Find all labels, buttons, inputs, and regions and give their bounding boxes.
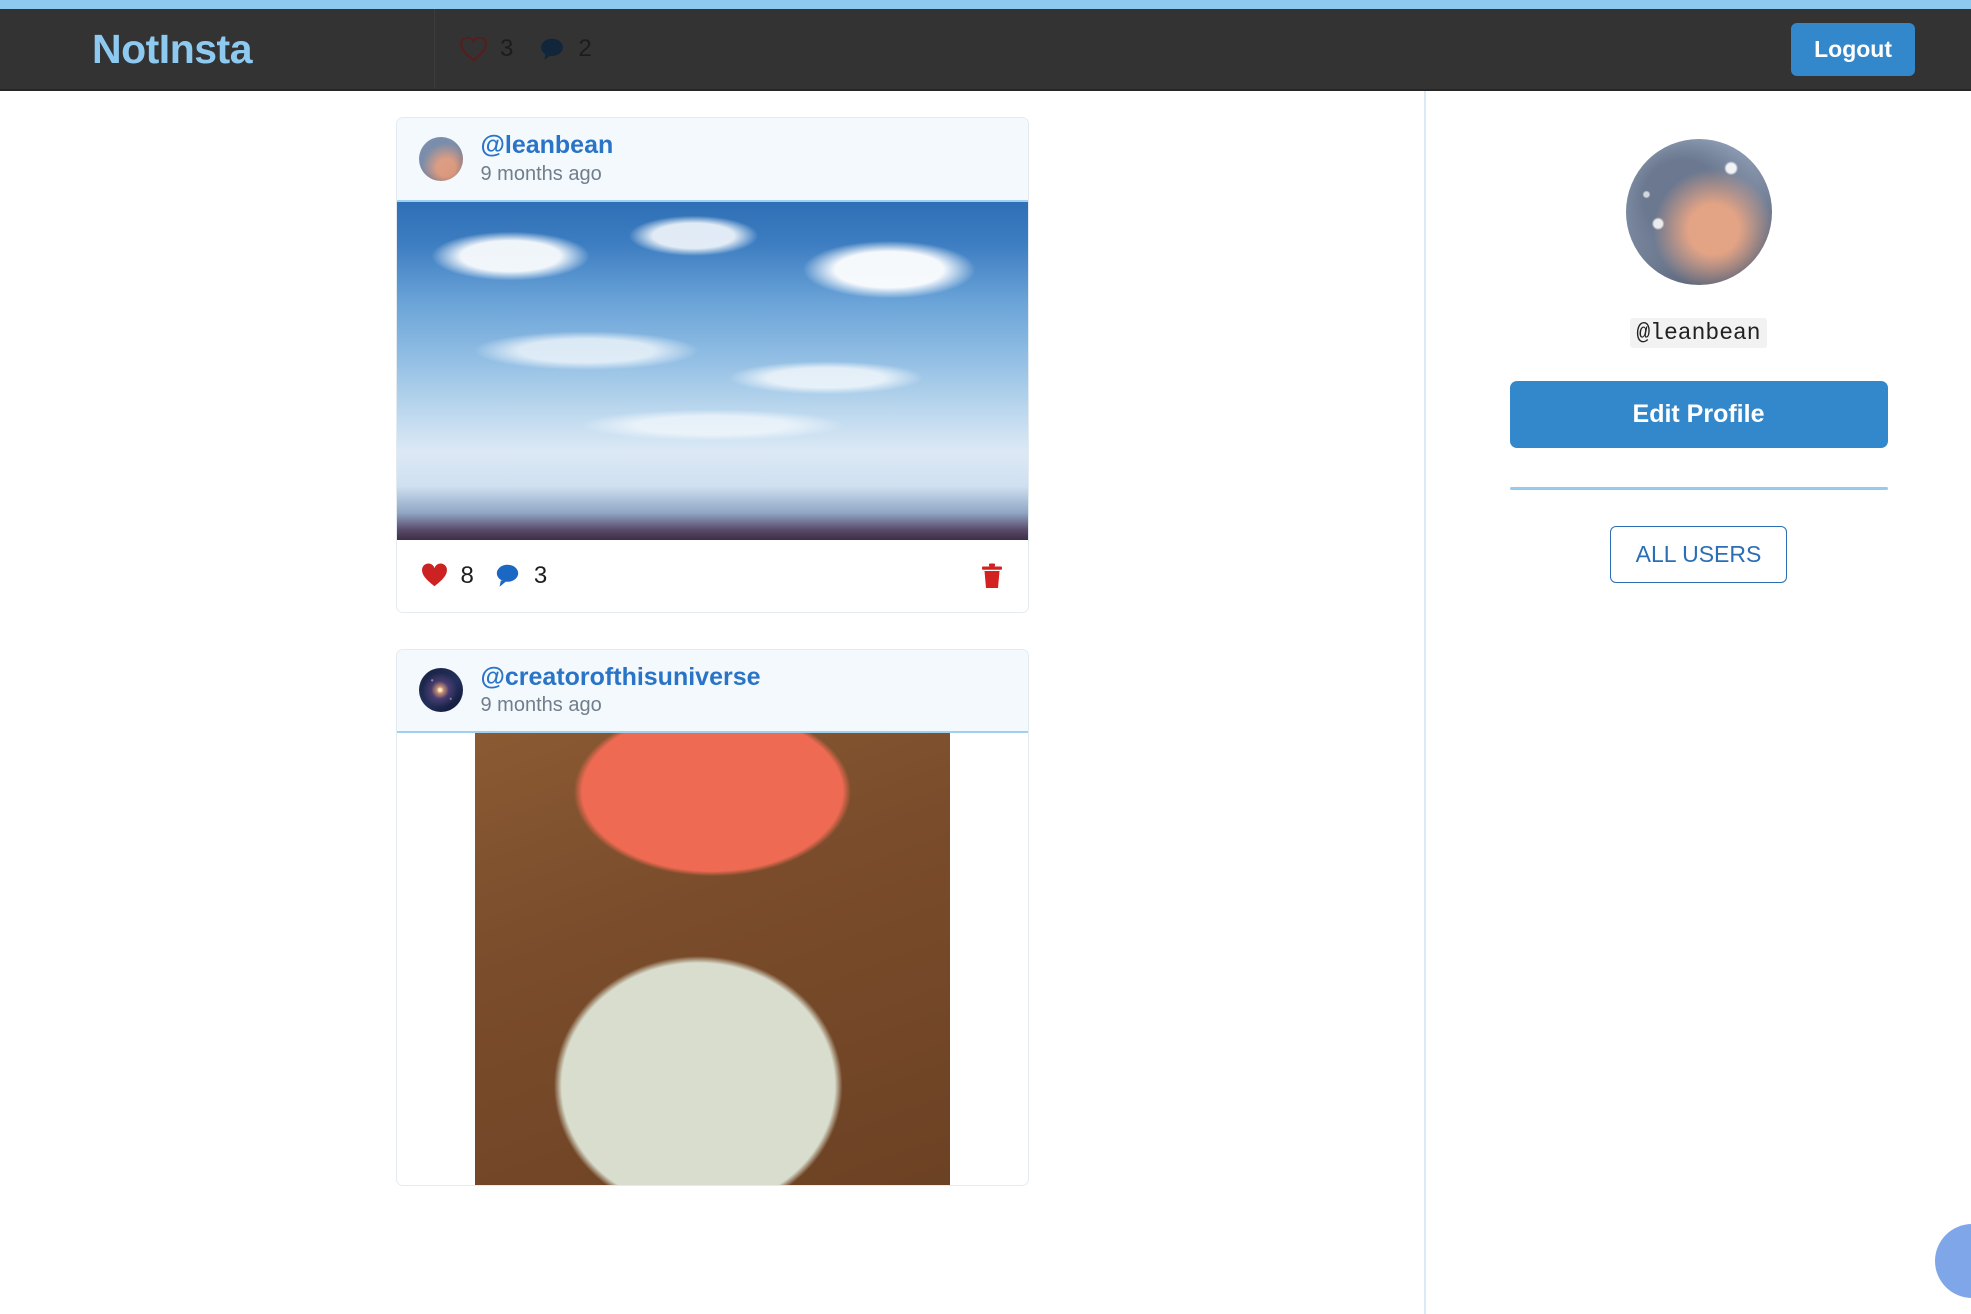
post-comment-button[interactable]: 3 [494,562,547,590]
navbar-comments-stat: 2 [539,35,592,63]
post-media[interactable] [396,733,1028,1185]
sidebar-username: @leanbean [1630,318,1767,348]
post-header: @leanbean 9 months ago [396,118,1028,202]
post-card: @leanbean 9 months ago 8 3 [395,117,1029,613]
post-image-sky[interactable] [396,201,1028,540]
page-body: @leanbean 9 months ago 8 3 @creatorofthi… [0,91,1971,1314]
post-timestamp: 9 months ago [480,162,602,185]
post-header: @creatorofthisuniverse 9 months ago [396,649,1028,733]
trash-icon [981,563,1002,588]
post-avatar[interactable] [418,668,463,713]
post-timestamp: 9 months ago [480,694,602,716]
comment-bubble-icon [541,38,564,60]
post-header-text: @leanbean 9 months ago [480,131,614,186]
post-like-button[interactable]: 8 [421,562,474,590]
post-action-bar: 8 3 [396,539,1028,612]
post-image-food[interactable] [474,733,950,1185]
post-card: @creatorofthisuniverse 9 months ago [395,648,1029,1186]
post-media[interactable] [396,201,1028,540]
comment-bubble-icon [496,564,519,587]
navbar: NotInsta 3 2 Logout [0,9,1971,91]
navbar-comments-count: 2 [578,35,592,62]
sidebar-divider [1509,487,1888,490]
sidebar-avatar[interactable] [1625,139,1772,285]
post-delete-button[interactable] [980,562,1004,590]
brand-logo[interactable]: NotInsta [92,26,253,73]
post-username-link[interactable]: @creatorofthisuniverse [481,663,761,692]
post-username-link[interactable]: @leanbean [481,131,614,160]
navbar-stats: 3 2 [434,9,1065,89]
top-accent-strip [0,0,1971,9]
navbar-likes-stat: 3 [460,35,513,63]
profile-sidebar: @leanbean Edit Profile ALL USERS [1424,91,1971,1314]
heart-filled-icon [421,563,447,587]
post-comment-count: 3 [533,561,548,589]
all-users-button[interactable]: ALL USERS [1609,526,1788,583]
edit-profile-button[interactable]: Edit Profile [1509,381,1888,448]
feed-column: @leanbean 9 months ago 8 3 @creatorofthi… [0,91,1424,1314]
heart-outline-icon [460,36,487,61]
post-header-text: @creatorofthisuniverse 9 months ago [480,663,761,718]
post-like-count: 8 [460,561,474,589]
logout-button[interactable]: Logout [1791,22,1915,76]
navbar-likes-count: 3 [500,35,514,62]
post-avatar[interactable] [418,136,463,181]
